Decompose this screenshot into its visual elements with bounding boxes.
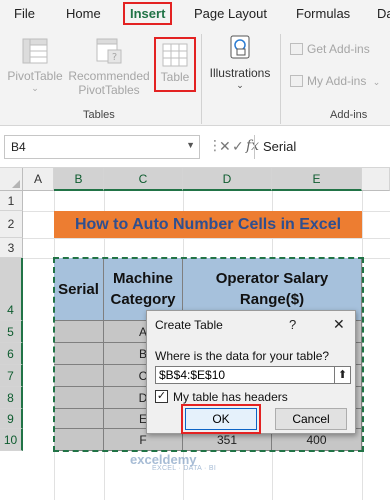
tab-insert-label: Insert — [130, 6, 166, 21]
watermark: exceldemy EXCEL · DATA · BI — [130, 452, 216, 472]
ribbon: PivotTable ⌄ ? Recommended PivotTables T… — [0, 28, 390, 126]
sheet-title[interactable]: How to Auto Number Cells in Excel — [54, 211, 362, 238]
column-header-a[interactable]: A — [23, 168, 54, 191]
row-header-1[interactable]: 1 — [0, 191, 23, 211]
tab-page-layout[interactable]: Page Layout — [194, 6, 267, 21]
create-table-dialog: Create Table ? ✕ Where is the data for y… — [146, 310, 356, 434]
illustrations-icon — [230, 35, 250, 59]
row-header-10[interactable]: 10 — [0, 429, 23, 451]
svg-text:?: ? — [112, 52, 117, 63]
store-icon — [290, 43, 303, 55]
ok-button[interactable]: OK — [185, 408, 257, 430]
row-header-9[interactable]: 9 — [0, 409, 23, 429]
row-header-4[interactable]: 4 — [0, 258, 23, 321]
column-header-d[interactable]: D — [183, 168, 272, 191]
recommended-pivot-button[interactable]: ? Recommended PivotTables — [66, 36, 152, 97]
gridline — [23, 238, 390, 239]
range-question-label: Where is the data for your table? — [155, 349, 330, 363]
enter-icon[interactable]: ✓ — [232, 138, 244, 155]
my-addins-label: My Add-ins — [307, 74, 367, 88]
recommended-pivot-icon: ? — [96, 38, 122, 64]
get-addins-button[interactable]: Get Add-ins — [290, 42, 370, 56]
row-header-2[interactable]: 2 — [0, 211, 23, 238]
column-header-e[interactable]: E — [272, 168, 362, 191]
chevron-down-icon[interactable]: ▼ — [186, 140, 195, 150]
chevron-down-icon: ⌄ — [236, 80, 244, 90]
pivot-table-label: PivotTable — [7, 69, 63, 83]
group-addins-label: Add-ins — [330, 109, 368, 121]
addins-icon — [290, 75, 303, 87]
headers-checkbox[interactable]: ✓ — [155, 390, 168, 403]
range-input[interactable] — [155, 366, 335, 384]
row-header-5[interactable]: 5 — [0, 321, 23, 343]
row-header-8[interactable]: 8 — [0, 387, 23, 409]
row-header-3[interactable]: 3 — [0, 238, 23, 258]
table-label: Table — [160, 70, 190, 84]
column-header-b[interactable]: B — [54, 168, 104, 191]
illustrations-label: Illustrations — [209, 66, 271, 80]
select-all-corner[interactable] — [0, 168, 23, 191]
collapse-dialog-icon[interactable]: ⬆ — [334, 366, 351, 384]
close-icon[interactable]: ✕ — [333, 316, 345, 333]
watermark-tagline: EXCEL · DATA · BI — [152, 465, 217, 472]
name-box[interactable]: B4 ▼ — [4, 135, 200, 159]
tab-data[interactable]: Da — [377, 6, 390, 21]
table-icon — [162, 43, 188, 67]
name-box-value: B4 — [11, 140, 26, 154]
headers-checkbox-label: My table has headers — [173, 390, 288, 404]
formula-bar: B4 ▼ ⋮ ✕ ✓ fx Serial — [0, 126, 390, 168]
chevron-down-icon: ⌄ — [372, 77, 381, 87]
pivot-table-button[interactable]: PivotTable ⌄ — [4, 36, 66, 93]
dialog-title: Create Table — [155, 318, 223, 332]
get-addins-label: Get Add-ins — [307, 42, 370, 56]
help-icon[interactable]: ? — [289, 317, 296, 332]
tab-file[interactable]: File — [14, 6, 35, 21]
illustrations-button[interactable]: Illustrations ⌄ — [204, 34, 276, 90]
tab-home[interactable]: Home — [66, 6, 101, 21]
row-header-7[interactable]: 7 — [0, 365, 23, 387]
group-tables-label: Tables — [83, 109, 115, 121]
chevron-down-icon: ⌄ — [31, 83, 39, 93]
row-header-6[interactable]: 6 — [0, 343, 23, 365]
column-header-f[interactable] — [362, 168, 390, 191]
tab-insert[interactable]: Insert — [123, 2, 173, 25]
group-separator — [280, 34, 281, 124]
cancel-button[interactable]: Cancel — [275, 408, 347, 430]
tab-formulas[interactable]: Formulas — [296, 6, 350, 21]
cancel-icon[interactable]: ✕ — [219, 138, 231, 155]
formula-input[interactable]: Serial — [254, 135, 390, 159]
my-addins-button[interactable]: My Add-ins ⌄ — [290, 74, 380, 88]
table-button[interactable]: Table — [154, 37, 196, 92]
group-separator — [201, 34, 202, 124]
menu-bar: File Home Insert Page Layout Formulas Da — [0, 0, 390, 28]
recommended-pivot-label-2: PivotTables — [78, 83, 140, 97]
pivot-table-icon — [22, 38, 48, 64]
recommended-pivot-label-1: Recommended — [68, 69, 150, 83]
column-header-c[interactable]: C — [104, 168, 183, 191]
